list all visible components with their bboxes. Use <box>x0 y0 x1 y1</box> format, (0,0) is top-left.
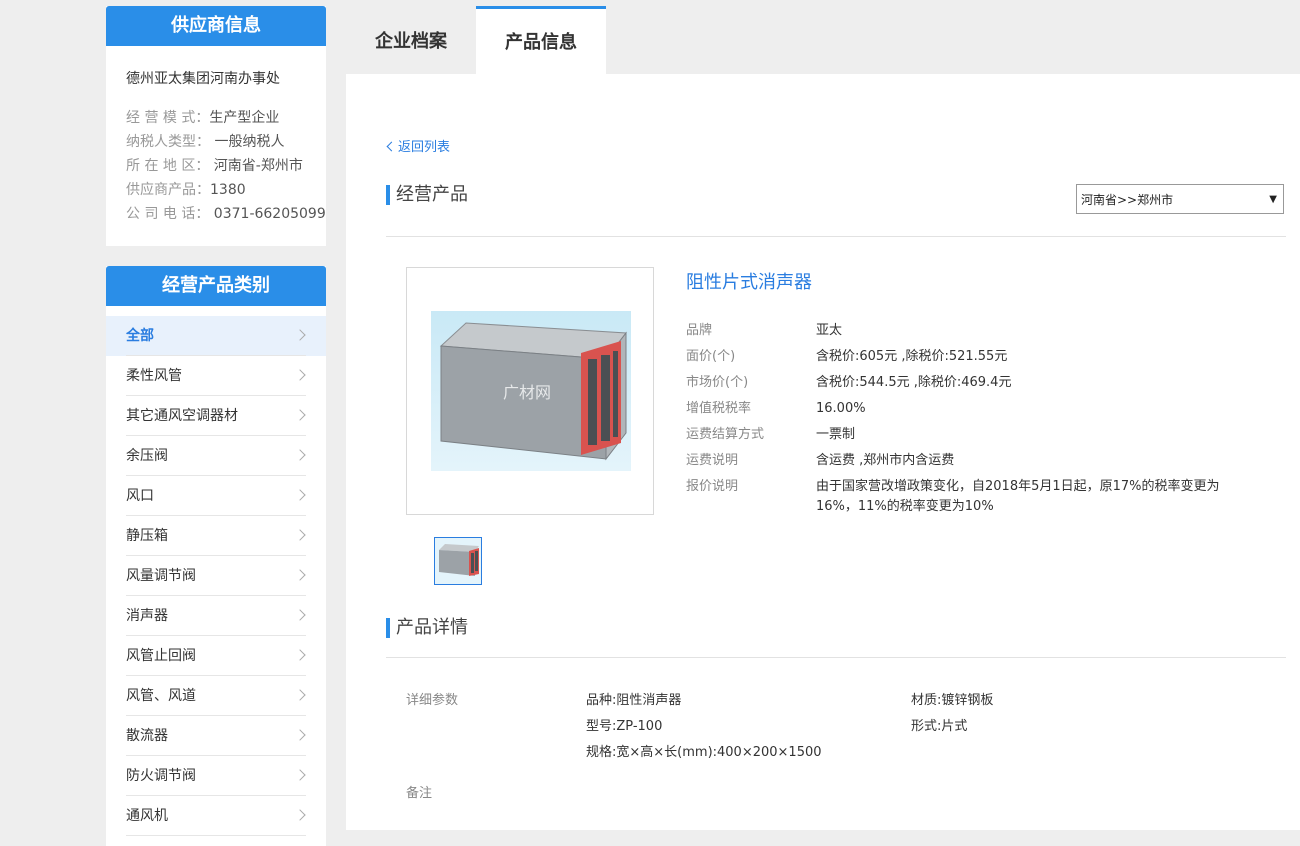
chevron-right-icon <box>294 689 306 701</box>
category-item[interactable]: 静压箱 <box>106 516 326 556</box>
category-item[interactable]: 通风机 <box>106 796 326 836</box>
detail-material: 材质:镀锌钢板 <box>911 693 994 708</box>
category-item[interactable]: 散流器 <box>106 716 326 756</box>
detail-remark-label: 备注 <box>406 786 433 801</box>
supplier-business-mode: 经 营 模 式：生产型企业 <box>126 110 280 126</box>
section-title-products: 经营产品 <box>386 185 468 205</box>
attr-brand: 品牌 亚太 <box>686 323 843 338</box>
supplier-details: 经 营 模 式：生产型企业 纳税人类型： 一般纳税人 所 在 地 区： 河南省-… <box>106 88 326 226</box>
supplier-taxpayer-type: 纳税人类型： 一般纳税人 <box>126 134 285 150</box>
detail-spec: 规格:宽×高×长(mm):400×200×1500 <box>586 745 822 760</box>
region-select[interactable]: 河南省>>郑州市 ▼ <box>1076 184 1284 214</box>
divider <box>386 236 1286 237</box>
main-content: 企业档案 产品信息 返回列表 经营产品 河南省>>郑州市 ▼ 广材网 阻性片式消… <box>346 6 1300 830</box>
chevron-right-icon <box>294 369 306 381</box>
category-list: 全部 柔性风管 其它通风空调器材 余压阀 风口 静压箱 风量调节阀 消声器 风管… <box>106 316 326 836</box>
category-item[interactable]: 其它通风空调器材 <box>106 396 326 436</box>
product-thumbnail[interactable] <box>434 537 482 585</box>
attr-vat-rate: 增值税税率 16.00% <box>686 401 866 416</box>
supplier-region: 所 在 地 区： 河南省-郑州市 <box>126 158 303 174</box>
chevron-right-icon <box>294 609 306 621</box>
tab-company-profile[interactable]: 企业档案 <box>346 6 476 74</box>
supplier-product-count: 供应商产品：1380 <box>126 182 246 198</box>
category-item-all[interactable]: 全部 <box>106 316 326 356</box>
chevron-right-icon <box>294 809 306 821</box>
category-item[interactable]: 风口 <box>106 476 326 516</box>
chevron-left-icon <box>386 141 397 152</box>
chevron-right-icon <box>294 489 306 501</box>
chevron-right-icon <box>294 769 306 781</box>
section-title-details: 产品详情 <box>386 618 468 638</box>
back-to-list-link[interactable]: 返回列表 <box>386 136 450 155</box>
chevron-right-icon <box>294 329 306 341</box>
supplier-info-header: 供应商信息 <box>106 6 326 46</box>
supplier-info-panel: 供应商信息 德州亚太集团河南办事处 经 营 模 式：生产型企业 纳税人类型： 一… <box>106 6 326 246</box>
product-image[interactable]: 广材网 <box>431 311 631 471</box>
chevron-right-icon <box>294 729 306 741</box>
chevron-right-icon <box>294 649 306 661</box>
chevron-right-icon <box>294 529 306 541</box>
product-title: 阻性片式消声器 <box>686 272 812 293</box>
detail-form: 形式:片式 <box>911 719 968 734</box>
category-item[interactable]: 防火调节阀 <box>106 756 326 796</box>
product-image-frame: 广材网 <box>406 267 654 515</box>
tab-bar: 企业档案 产品信息 <box>346 6 1300 74</box>
attr-list-price: 面价(个) 含税价:605元 ,除税价:521.55元 <box>686 349 1008 364</box>
supplier-phone: 公 司 电 话： 0371-66205099 <box>126 206 326 222</box>
attr-freight-note: 运费说明 含运费 ,郑州市内含运费 <box>686 453 955 468</box>
category-item[interactable]: 消声器 <box>106 596 326 636</box>
category-item[interactable]: 余压阀 <box>106 436 326 476</box>
attr-freight-method: 运费结算方式 一票制 <box>686 427 856 442</box>
divider <box>386 657 1286 658</box>
chevron-right-icon <box>294 569 306 581</box>
chevron-right-icon <box>294 409 306 421</box>
category-item[interactable]: 风管止回阀 <box>106 636 326 676</box>
dropdown-arrow-icon: ▼ <box>1269 194 1277 205</box>
watermark: 广材网 <box>503 383 552 402</box>
category-item[interactable]: 柔性风管 <box>106 356 326 396</box>
category-header: 经营产品类别 <box>106 266 326 306</box>
category-item[interactable]: 风量调节阀 <box>106 556 326 596</box>
silencer-thumbnail-illustration <box>439 544 479 576</box>
category-item[interactable]: 风管、风道 <box>106 676 326 716</box>
category-panel: 经营产品类别 全部 柔性风管 其它通风空调器材 余压阀 风口 静压箱 风量调节阀… <box>106 266 326 846</box>
detail-model: 型号:ZP-100 <box>586 719 663 734</box>
attr-market-price: 市场价(个) 含税价:544.5元 ,除税价:469.4元 <box>686 375 1012 390</box>
tab-product-info[interactable]: 产品信息 <box>476 6 606 74</box>
attr-quote-note: 报价说明 由于国家营改增政策变化，自2018年5月1日起，原17%的税率变更为1… <box>686 479 1220 514</box>
supplier-name[interactable]: 德州亚太集团河南办事处 <box>106 46 326 88</box>
product-attributes: 品牌 亚太 面价(个) 含税价:605元 ,除税价:521.55元 市场价(个) … <box>686 318 1266 517</box>
detail-params-label: 详细参数 <box>406 693 459 708</box>
chevron-right-icon <box>294 449 306 461</box>
detail-variety: 品种:阻性消声器 <box>586 693 682 708</box>
